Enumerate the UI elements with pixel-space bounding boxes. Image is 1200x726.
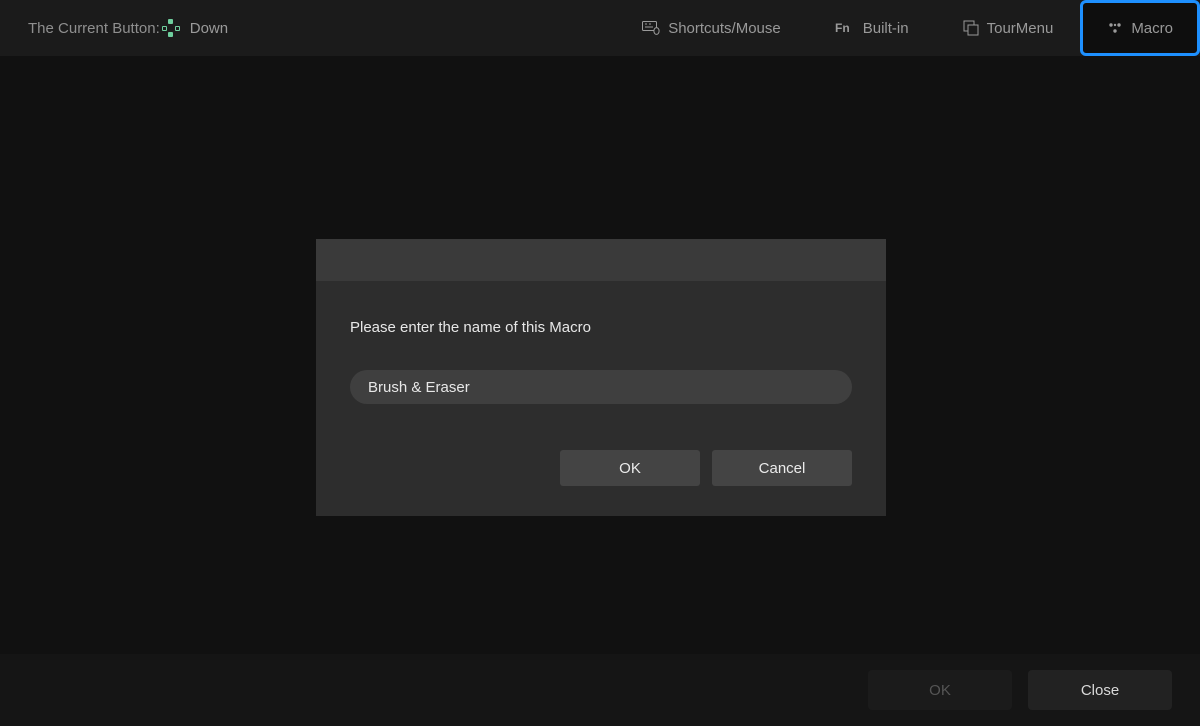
tab-macro-label: Macro	[1131, 20, 1173, 37]
macro-icon	[1107, 21, 1123, 35]
tab-tourmenu-label: TourMenu	[987, 20, 1054, 37]
tab-shortcuts-label: Shortcuts/Mouse	[668, 20, 781, 37]
dialog-prompt: Please enter the name of this Macro	[350, 319, 852, 336]
current-button-value: Down	[190, 20, 228, 37]
tab-tourmenu[interactable]: TourMenu	[936, 0, 1081, 56]
tab-bar: Shortcuts/Mouse Fn Built-in TourMenu	[615, 0, 1200, 56]
dpad-icon	[162, 19, 180, 37]
svg-text:Fn: Fn	[835, 21, 850, 35]
tab-macro[interactable]: Macro	[1080, 0, 1200, 56]
tab-builtin-label: Built-in	[863, 20, 909, 37]
fn-icon: Fn	[835, 21, 855, 35]
keyboard-mouse-icon	[642, 21, 660, 35]
dialog-ok-button[interactable]: OK	[560, 450, 700, 486]
dialog-cancel-button[interactable]: Cancel	[712, 450, 852, 486]
dialog-actions: OK Cancel	[316, 422, 886, 516]
footer-close-button[interactable]: Close	[1028, 670, 1172, 710]
tab-builtin[interactable]: Fn Built-in	[808, 0, 936, 56]
dialog-titlebar[interactable]	[316, 239, 886, 281]
tab-shortcuts[interactable]: Shortcuts/Mouse	[615, 0, 808, 56]
top-bar: The Current Button: Down Shortcuts/Mouse…	[0, 0, 1200, 56]
tourmenu-icon	[963, 20, 979, 36]
dialog-body: Please enter the name of this Macro	[316, 281, 886, 422]
footer-ok-button: OK	[868, 670, 1012, 710]
macro-name-dialog: Please enter the name of this Macro OK C…	[316, 239, 886, 516]
current-button-label: The Current Button:	[28, 20, 160, 37]
macro-name-input[interactable]	[350, 370, 852, 404]
footer-bar: OK Close	[0, 654, 1200, 726]
